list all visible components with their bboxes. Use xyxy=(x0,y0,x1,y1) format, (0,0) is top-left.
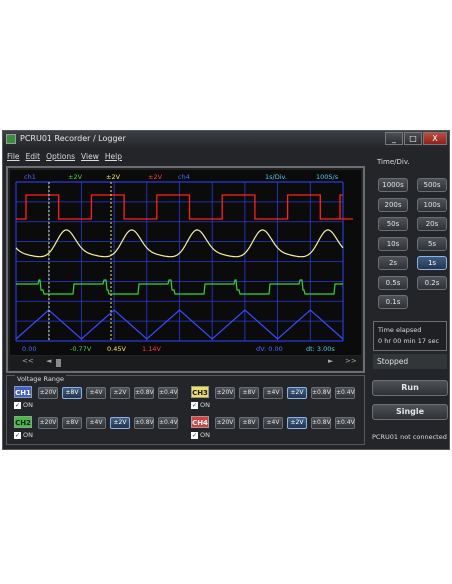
voltage-range-button[interactable]: ±8V xyxy=(62,387,82,399)
time-div-button[interactable]: 5s xyxy=(417,236,447,251)
window-title: PCRU01 Recorder / Logger xyxy=(20,134,126,143)
menu-view[interactable]: View xyxy=(81,152,99,164)
voltage-range-button[interactable]: ±4V xyxy=(86,417,106,429)
voltage-range-button[interactable]: ±2V xyxy=(110,417,130,429)
channel-on-checkbox[interactable]: ✓ ON xyxy=(191,401,210,409)
channel-badge-ch1: CH1 xyxy=(14,386,32,398)
minimize-button[interactable]: _ xyxy=(385,132,403,145)
oscilloscope-display[interactable]: ch1 ±2V ±2V ±2V ch4 1s/Div. 100S/s 0.00 -0.77V 0.… xyxy=(10,170,361,355)
voltage-range-button[interactable]: ±4V xyxy=(263,387,283,399)
scroll-thumb[interactable] xyxy=(56,359,61,367)
single-button[interactable]: Single xyxy=(372,404,448,420)
voltage-range-button[interactable]: ±0.8V xyxy=(134,387,154,399)
menu-bar: File Edit Options View Help xyxy=(7,152,122,164)
voltage-range-button[interactable]: ±0.8V xyxy=(311,417,331,429)
scope-bottom-label: dt: 3.00s xyxy=(306,345,335,353)
run-button[interactable]: Run xyxy=(372,380,448,396)
voltage-range-button[interactable]: ±0.8V xyxy=(311,387,331,399)
scope-frame: ch1 ±2V ±2V ±2V ch4 1s/Div. 100S/s 0.00 -0.77V 0.… xyxy=(6,166,365,373)
scope-bottom-label: -0.77V xyxy=(70,345,92,353)
checkbox-check-icon: ✓ xyxy=(191,431,198,439)
menu-options[interactable]: Options xyxy=(46,152,75,164)
voltage-range-button[interactable]: ±2V xyxy=(110,387,130,399)
voltage-range-button[interactable]: ±0.8V xyxy=(134,417,154,429)
time-div-title: Time/Div. xyxy=(377,158,410,166)
voltage-range-button[interactable]: ±4V xyxy=(263,417,283,429)
connection-status: PCRU01 not connected xyxy=(372,433,447,441)
app-icon xyxy=(6,134,16,144)
voltage-range-button[interactable]: ±8V xyxy=(62,417,82,429)
scope-top-label: 100S/s xyxy=(316,173,339,181)
voltage-range-button[interactable]: ±20V xyxy=(215,387,235,399)
voltage-range-button[interactable]: ±20V xyxy=(38,387,58,399)
voltage-range-button[interactable]: ±2V xyxy=(287,387,307,399)
channel-badge-ch4: CH4 xyxy=(191,416,209,428)
title-bar: PCRU01 Recorder / Logger _ □ X xyxy=(3,131,449,147)
voltage-range-button[interactable]: ±2V xyxy=(287,417,307,429)
scope-top-label: ch4 xyxy=(178,173,190,181)
scope-background xyxy=(10,170,361,355)
voltage-range-button[interactable]: ±20V xyxy=(215,417,235,429)
scope-top-label: ±2V xyxy=(68,173,83,181)
time-div-button[interactable]: 2s xyxy=(378,256,408,270)
menu-edit[interactable]: Edit xyxy=(26,152,41,164)
checkbox-check-icon: ✓ xyxy=(14,431,21,439)
voltage-range-button[interactable]: ±0.4V xyxy=(158,417,178,429)
time-div-button[interactable]: 0.2s xyxy=(417,275,447,290)
voltage-range-button[interactable]: ±0.4V xyxy=(335,387,355,399)
scope-bottom-label: 1.14V xyxy=(142,345,161,353)
scroll-next-button[interactable]: ► xyxy=(328,357,333,365)
time-div-button[interactable]: 200s xyxy=(378,197,408,212)
voltage-range-panel: Voltage Range CH1 ✓ ON ±20V ±8V ±4V ±2V ±0.8V ±0… xyxy=(6,375,365,445)
voltage-range-button[interactable]: ±8V xyxy=(239,387,259,399)
time-div-button[interactable]: 1s xyxy=(417,256,447,270)
scope-top-label: ch1 xyxy=(24,173,36,181)
time-div-button[interactable]: 100s xyxy=(417,197,447,212)
scope-top-label: ±2V xyxy=(106,173,121,181)
status-display: Stopped xyxy=(373,354,447,369)
elapsed-label: Time elapsed xyxy=(378,326,422,334)
menu-help[interactable]: Help xyxy=(105,152,122,164)
app-window: PCRU01 Recorder / Logger _ □ X File Edit… xyxy=(2,130,450,450)
scope-bottom-label: 0.45V xyxy=(107,345,126,353)
channel-on-checkbox[interactable]: ✓ ON xyxy=(14,431,33,439)
checkbox-check-icon: ✓ xyxy=(191,401,198,409)
scroll-last-button[interactable]: >> xyxy=(345,357,357,365)
scope-bottom-label: 0.00 xyxy=(22,345,36,353)
voltage-range-button[interactable]: ±0.4V xyxy=(158,387,178,399)
checkbox-check-icon: ✓ xyxy=(14,401,21,409)
time-div-panel: Time/Div. 1000s 500s 200s 100s 50s 20s 10s 5s 2s… xyxy=(371,158,447,310)
time-div-button[interactable]: 50s xyxy=(378,217,408,231)
voltage-range-button[interactable]: ±4V xyxy=(86,387,106,399)
time-div-button[interactable]: 20s xyxy=(417,217,447,231)
voltage-range-button[interactable]: ±0.4V xyxy=(335,417,355,429)
time-div-button[interactable]: 1000s xyxy=(378,178,408,192)
voltage-range-button[interactable]: ±20V xyxy=(38,417,58,429)
voltage-range-title: Voltage Range xyxy=(15,375,67,383)
channel-badge-ch2: CH2 xyxy=(14,416,32,428)
channel-on-checkbox[interactable]: ✓ ON xyxy=(14,401,33,409)
time-div-button[interactable]: 10s xyxy=(378,236,408,251)
channel-on-checkbox[interactable]: ✓ ON xyxy=(191,431,210,439)
time-div-button[interactable]: 500s xyxy=(417,178,447,192)
elapsed-box: Time elapsed 0 hr 00 min 17 sec xyxy=(373,321,447,351)
voltage-range-button[interactable]: ±8V xyxy=(239,417,259,429)
channel-badge-ch3: CH3 xyxy=(191,386,209,398)
close-button[interactable]: X xyxy=(423,132,447,145)
time-div-button[interactable]: 0.5s xyxy=(378,275,408,290)
scroll-first-button[interactable]: << xyxy=(22,357,34,365)
scope-bottom-label: dV: 0.00 xyxy=(256,345,283,353)
scope-top-label: 1s/Div. xyxy=(265,173,287,181)
time-div-button[interactable]: 0.1s xyxy=(378,295,408,309)
scroll-prev-button[interactable]: ◄ xyxy=(46,357,51,365)
scope-scroll-row: << ◄ ► >> xyxy=(10,356,361,370)
elapsed-value: 0 hr 00 min 17 sec xyxy=(378,337,440,345)
scope-top-label: ±2V xyxy=(148,173,163,181)
menu-file[interactable]: File xyxy=(7,152,20,164)
maximize-button[interactable]: □ xyxy=(404,132,422,145)
